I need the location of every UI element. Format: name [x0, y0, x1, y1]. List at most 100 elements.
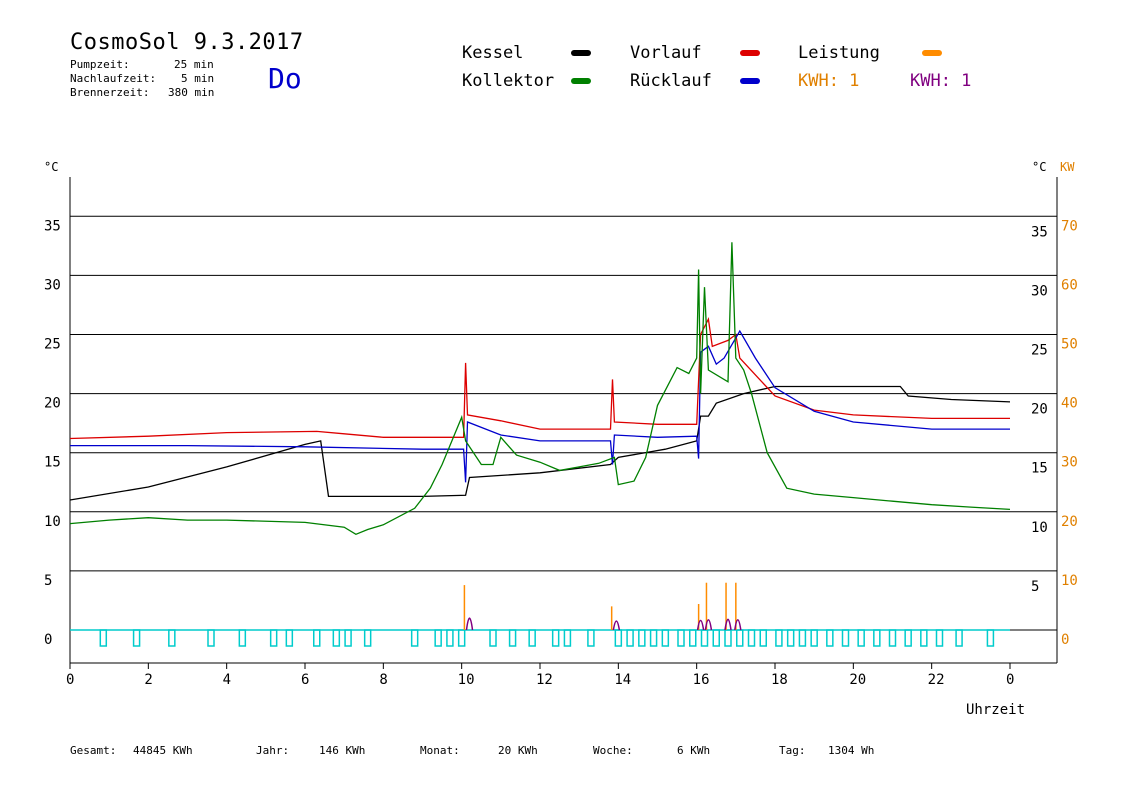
pump-pulse-13: [446, 629, 454, 647]
y-tick-right-35: 35: [1031, 224, 1048, 240]
pump-pulse-3: [207, 629, 215, 647]
pump-pulse-6: [285, 629, 294, 647]
pump-pulse-5: [269, 629, 278, 647]
y-tick-power-60: 60: [1061, 277, 1078, 293]
y-tick-right-15: 15: [1031, 461, 1048, 477]
y-tick-right-5: 5: [1031, 579, 1039, 595]
pump-pulse-18: [551, 629, 560, 647]
pump-pulse-19: [563, 629, 572, 647]
y-tick-left-10: 10: [44, 514, 61, 530]
y-tick-power-50: 50: [1061, 337, 1078, 353]
x-tick-2: 4: [223, 672, 231, 688]
pump-pulse-44: [920, 629, 928, 647]
pump-pulse-35: [786, 629, 795, 647]
pump-pulse-26: [677, 629, 685, 647]
pump-pulse-8: [332, 629, 341, 647]
pump-pulse-10: [363, 629, 372, 647]
pump-pulse-15: [489, 629, 497, 647]
series-line-vorlauf: [69, 316, 1010, 440]
y-tick-left-0: 0: [44, 632, 52, 648]
pump-pulse-24: [649, 629, 658, 647]
y-tick-power-0: 0: [1061, 632, 1069, 648]
pump-pulse-7: [313, 629, 321, 647]
x-tick-9: 18: [771, 672, 788, 688]
pump-pulse-14: [457, 629, 466, 647]
pump-pulse-30: [724, 629, 732, 647]
pump-pulse-11: [410, 629, 419, 647]
pump-pulse-33: [759, 629, 767, 647]
pump-pulse-32: [747, 629, 756, 647]
kwh-bump-1: [612, 620, 621, 631]
y-tick-power-20: 20: [1061, 514, 1078, 530]
footer-gesamt-label: Gesamt:: [70, 744, 117, 757]
pump-pulse-12: [434, 629, 442, 647]
y-axis-left-unit: °C: [44, 160, 58, 174]
y-tick-power-70: 70: [1061, 218, 1078, 234]
pump-pulse-36: [798, 629, 807, 647]
series-line-kollektor: [69, 242, 1011, 536]
y-tick-power-40: 40: [1061, 396, 1078, 412]
pump-pulse-38: [826, 629, 834, 647]
pump-pulse-40: [857, 629, 865, 647]
x-tick-7: 14: [614, 672, 631, 688]
y-tick-left-25: 25: [44, 337, 61, 353]
pump-pulse-4: [238, 629, 247, 647]
footer-monat-label: Monat:: [420, 744, 460, 757]
pump-pulse-29: [712, 629, 720, 647]
pump-pulse-25: [661, 629, 670, 647]
y-tick-left-35: 35: [44, 218, 61, 234]
pump-pulse-42: [888, 629, 897, 647]
y-tick-left-30: 30: [44, 277, 61, 293]
footer-woche-value: 6 KWh: [677, 744, 711, 757]
pump-pulse-20: [587, 629, 595, 647]
pump-pulse-1: [132, 629, 141, 647]
pump-pulse-41: [873, 629, 881, 647]
pump-pulse-16: [508, 629, 517, 647]
y-tick-left-15: 15: [44, 455, 61, 471]
chart-canvas: 0510152025303551015202530350102030405060…: [44, 160, 1078, 718]
x-tick-4: 8: [379, 672, 387, 688]
x-tick-11: 22: [928, 672, 945, 688]
pump-pulse-34: [775, 629, 783, 647]
x-tick-0: 0: [66, 672, 74, 688]
pump-pulse-22: [626, 629, 634, 647]
y-tick-power-30: 30: [1061, 455, 1078, 471]
pump-pulse-21: [614, 629, 623, 647]
pump-pulse-0: [99, 629, 108, 647]
y-tick-right-30: 30: [1031, 283, 1048, 299]
pump-pulse-27: [689, 629, 697, 647]
pump-pulse-31: [736, 629, 744, 647]
y-tick-right-25: 25: [1031, 343, 1048, 359]
y-tick-left-20: 20: [44, 396, 61, 412]
pump-pulse-23: [638, 629, 646, 647]
y-tick-left-5: 5: [44, 573, 52, 589]
footer-woche-label: Woche:: [593, 744, 633, 757]
pump-pulse-37: [810, 629, 818, 647]
x-tick-10: 20: [849, 672, 866, 688]
footer-gesamt-value: 44845 KWh: [133, 744, 193, 757]
y-tick-right-10: 10: [1031, 520, 1048, 536]
footer-jahr-label: Jahr:: [256, 744, 290, 757]
pump-pulse-17: [528, 629, 536, 647]
pump-pulse-45: [935, 629, 944, 647]
pump-pulse-9: [344, 629, 352, 647]
pump-pulse-28: [700, 629, 709, 647]
series-line-ruecklauf: [70, 329, 1010, 483]
footer-tag-label: Tag:: [779, 744, 806, 757]
pump-pulse-46: [955, 629, 963, 647]
pump-pulse-2: [168, 629, 176, 647]
footer-tag-value: 1304 Wh: [828, 744, 875, 757]
kwh-bump-0: [465, 617, 474, 631]
series-line-kessel: [69, 385, 1011, 501]
y-axis-right-unit: °C: [1032, 160, 1046, 174]
pump-pulse-47: [986, 629, 995, 647]
x-tick-3: 6: [301, 672, 309, 688]
x-tick-1: 2: [144, 672, 152, 688]
y-tick-power-10: 10: [1061, 573, 1078, 589]
x-tick-5: 10: [458, 672, 475, 688]
x-axis-label: Uhrzeit: [966, 702, 1025, 718]
x-tick-6: 12: [536, 672, 553, 688]
y-axis-right-power-unit: KW: [1060, 160, 1075, 174]
x-tick-12: 0: [1006, 672, 1014, 688]
footer-monat-value: 20 KWh: [498, 744, 538, 757]
